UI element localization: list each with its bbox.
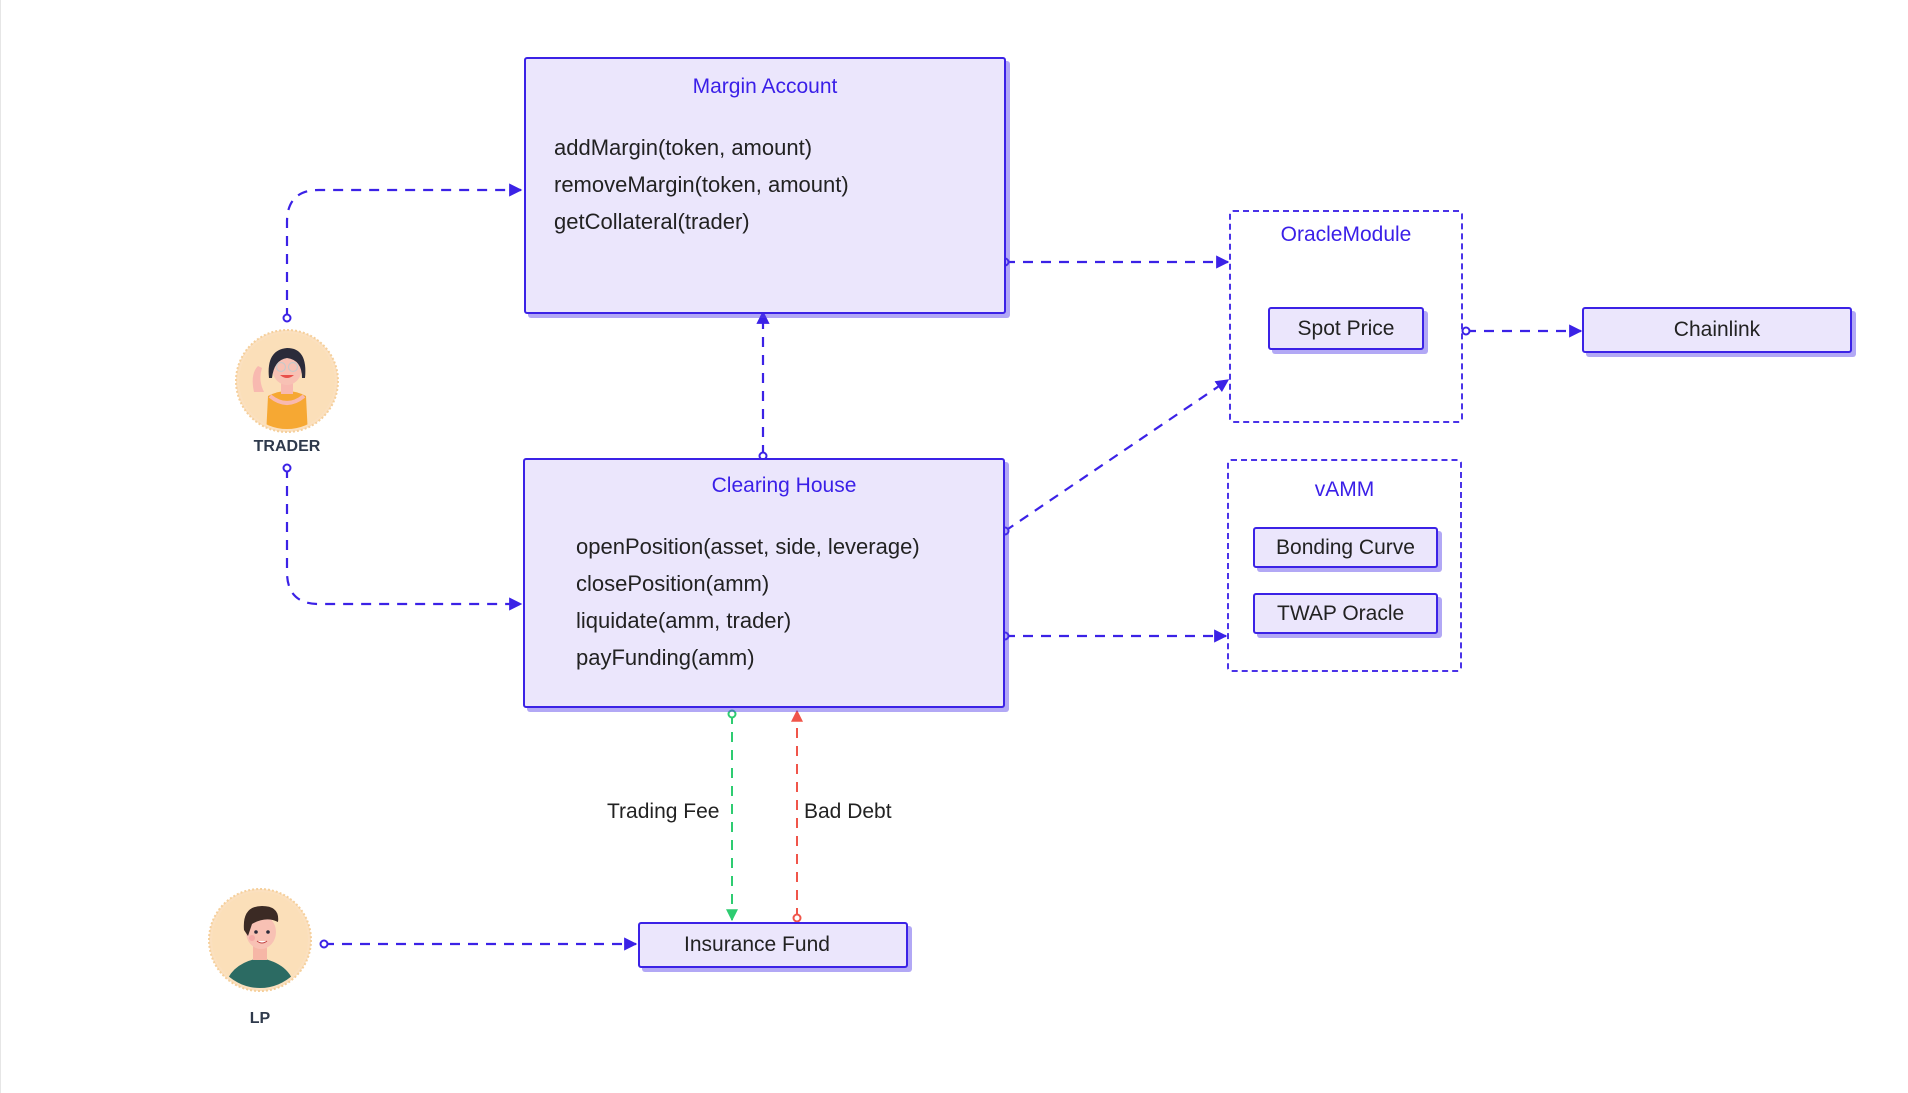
clearing-house-title: Clearing House	[711, 474, 857, 497]
edge-trader-to-clearing-house	[285, 468, 523, 611]
trader-actor[interactable]: TRADER	[232, 326, 342, 461]
port-bad-debt	[792, 913, 802, 923]
twap-oracle-box[interactable]: TWAP Oracle	[1253, 593, 1438, 634]
lp-avatar-icon	[208, 888, 312, 992]
port-oracle-right	[1461, 326, 1471, 336]
clearing-house-box[interactable]: Clearing House openPosition(asset, side,…	[523, 458, 1005, 708]
lp-label: LP	[249, 1010, 271, 1027]
canvas-left-border	[0, 0, 1, 1093]
trader-avatar-icon	[235, 329, 339, 433]
bonding-curve-box[interactable]: Bonding Curve	[1253, 527, 1438, 568]
method-item: payFunding(amm)	[576, 645, 755, 670]
margin-account-box[interactable]: Margin Account addMargin(token, amount) …	[524, 57, 1006, 314]
bad-debt-label: Bad Debt	[804, 800, 892, 823]
margin-account-title: Margin Account	[692, 75, 838, 98]
port-trader-top	[282, 313, 292, 323]
lp-actor[interactable]: LP	[206, 886, 314, 1028]
port-trader-bottom	[282, 463, 292, 473]
margin-account-methods: addMargin(token, amount) removeMargin(to…	[554, 129, 849, 240]
edge-trader-to-margin-account	[285, 183, 523, 318]
method-item: removeMargin(token, amount)	[554, 172, 849, 197]
method-item: getCollateral(trader)	[554, 209, 750, 234]
insurance-fund-box[interactable]: Insurance Fund	[638, 922, 908, 968]
edge-clearing-house-to-oracle	[1004, 379, 1230, 532]
trader-label: TRADER	[253, 438, 321, 455]
chainlink-box[interactable]: Chainlink	[1582, 307, 1852, 353]
method-item: openPosition(asset, side, leverage)	[576, 534, 920, 559]
oracle-module-title: OracleModule	[1280, 223, 1412, 246]
trading-fee-label: Trading Fee	[607, 800, 720, 823]
method-item: closePosition(amm)	[576, 571, 770, 596]
port-trading-fee	[727, 709, 737, 719]
port-lp-right	[319, 939, 329, 949]
method-item: addMargin(token, amount)	[554, 135, 813, 160]
clearing-house-methods: openPosition(asset, side, leverage) clos…	[576, 528, 920, 676]
spot-price-box[interactable]: Spot Price	[1268, 307, 1424, 350]
vamm-title: vAMM	[1314, 478, 1375, 501]
method-item: liquidate(amm, trader)	[576, 608, 792, 633]
